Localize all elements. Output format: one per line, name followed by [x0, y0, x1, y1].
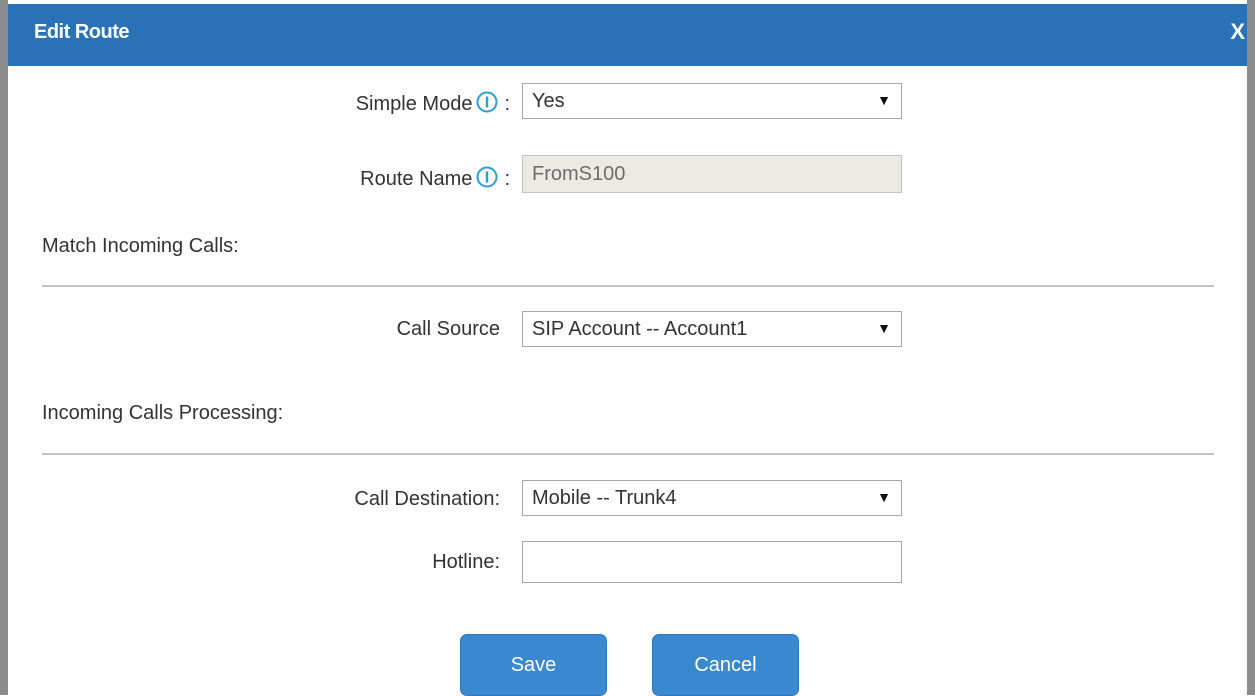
hotline-label: Hotline:	[432, 551, 500, 573]
section-divider	[42, 285, 1214, 287]
section-divider	[42, 453, 1214, 455]
dropdown-arrow-icon: ▼	[877, 320, 891, 336]
cancel-button[interactable]: Cancel	[652, 634, 799, 696]
route-name-input: FromS100	[522, 155, 902, 193]
call-destination-label: Call Destination:	[354, 488, 500, 510]
close-button[interactable]: X	[1230, 19, 1245, 45]
dialog-title: Edit Route	[34, 21, 130, 43]
route-name-colon: :	[504, 168, 510, 190]
route-name-label: Route Name	[360, 168, 473, 190]
edit-route-dialog: Edit Route X Simple Mode: Yes ▼ Route Na…	[0, 0, 1255, 696]
call-source-value: SIP Account -- Account1	[532, 318, 748, 340]
info-icon[interactable]	[476, 166, 498, 188]
hotline-input[interactable]	[522, 541, 902, 583]
route-name-label-row: Route Name:	[248, 166, 510, 191]
dropdown-arrow-icon: ▼	[877, 92, 891, 108]
route-name-value: FromS100	[532, 163, 626, 185]
match-incoming-calls-heading: Match Incoming Calls:	[42, 235, 239, 257]
simple-mode-label-row: Simple Mode:	[248, 91, 510, 116]
incoming-calls-processing-heading: Incoming Calls Processing:	[42, 402, 284, 424]
simple-mode-colon: :	[504, 93, 510, 115]
save-button[interactable]: Save	[460, 634, 607, 696]
simple-mode-value: Yes	[532, 90, 565, 112]
dropdown-arrow-icon: ▼	[877, 489, 891, 505]
simple-mode-select[interactable]: Yes ▼	[522, 83, 902, 119]
dialog-title-bar: Edit Route X	[8, 4, 1247, 66]
call-source-select[interactable]: SIP Account -- Account1 ▼	[522, 311, 902, 347]
call-destination-select[interactable]: Mobile -- Trunk4 ▼	[522, 480, 902, 516]
simple-mode-label: Simple Mode	[355, 93, 473, 115]
info-icon[interactable]	[476, 91, 498, 113]
call-destination-value: Mobile -- Trunk4	[532, 487, 677, 509]
call-source-label: Call Source	[396, 318, 500, 340]
